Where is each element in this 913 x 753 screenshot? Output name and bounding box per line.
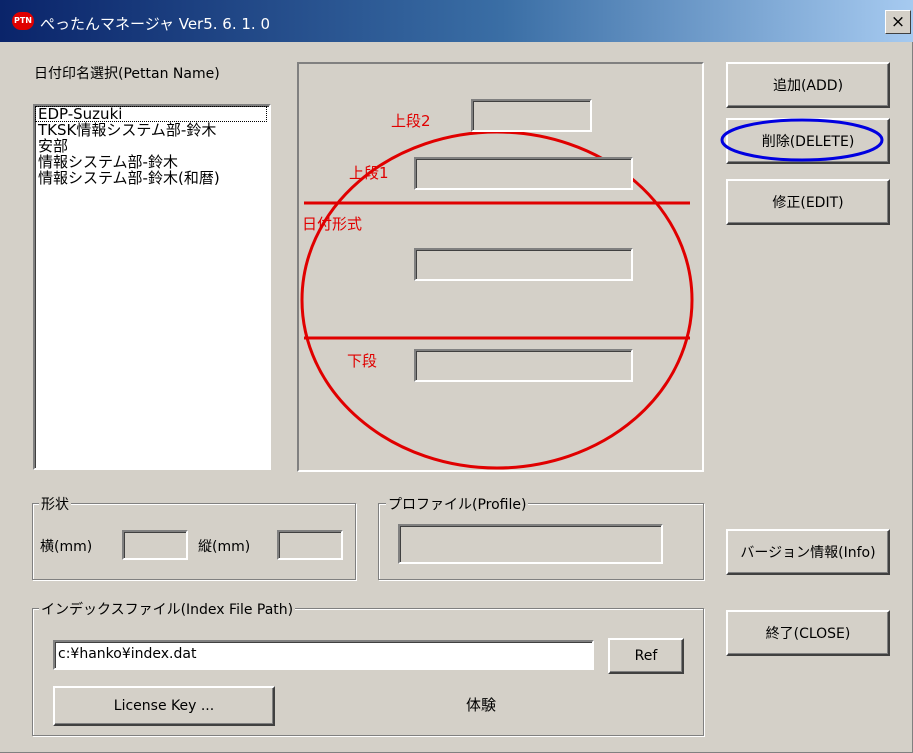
- add-button[interactable]: 追加(ADD): [726, 62, 890, 108]
- window-title: ぺったんマネージャ Ver5. 6. 1. 0: [40, 15, 270, 33]
- list-item[interactable]: 情報システム部-鈴木: [35, 154, 269, 170]
- license-key-button[interactable]: License Key ...: [53, 686, 275, 726]
- date-format-field[interactable]: [414, 248, 633, 281]
- list-item[interactable]: EDP-Suzuki: [35, 106, 267, 122]
- list-item[interactable]: TKSK情報システム部-鈴木: [35, 122, 269, 138]
- close-window-button[interactable]: ×: [885, 10, 911, 34]
- date-format-label: 日付形式: [302, 215, 363, 233]
- shape-group-title: 形状: [39, 494, 71, 514]
- app-icon: PTN: [12, 12, 34, 30]
- list-item[interactable]: 情報システム部-鈴木(和暦): [35, 170, 269, 186]
- lower-label: 下段: [347, 352, 378, 370]
- index-file-group-title: インデックスファイル(Index File Path): [39, 599, 296, 619]
- profile-group-title: プロファイル(Profile): [386, 494, 529, 514]
- main-window: PTN ぺったんマネージャ Ver5. 6. 1. 0 × 日付印名選択(Pet…: [0, 0, 913, 753]
- width-field[interactable]: [122, 530, 188, 560]
- close-button[interactable]: 終了(CLOSE): [726, 610, 890, 656]
- version-info-button[interactable]: バージョン情報(Info): [726, 529, 890, 575]
- list-item[interactable]: 安部: [35, 138, 269, 154]
- pettan-name-list[interactable]: EDP-Suzuki TKSK情報システム部-鈴木 安部 情報システム部-鈴木 …: [33, 104, 271, 470]
- pettan-name-label: 日付印名選択(Pettan Name): [34, 66, 220, 82]
- height-field[interactable]: [277, 530, 343, 560]
- upper2-field[interactable]: [471, 99, 592, 132]
- width-label: 横(mm): [40, 539, 93, 555]
- upper1-label: 上段1: [349, 164, 389, 182]
- stamp-preview-panel: 上段2 上段1 日付形式 下段: [297, 62, 704, 472]
- edit-button[interactable]: 修正(EDIT): [726, 179, 890, 225]
- profile-field[interactable]: [398, 524, 663, 564]
- index-path-input[interactable]: c:¥hanko¥index.dat: [53, 640, 594, 670]
- index-path-value: c:¥hanko¥index.dat: [58, 646, 197, 662]
- title-bar[interactable]: PTN ぺったんマネージャ Ver5. 6. 1. 0 ×: [0, 0, 913, 42]
- upper1-field[interactable]: [414, 157, 633, 190]
- ref-button[interactable]: Ref: [608, 638, 684, 674]
- upper2-label: 上段2: [391, 112, 431, 130]
- delete-highlight-annotation: [720, 118, 884, 162]
- height-label: 縦(mm): [198, 539, 251, 555]
- license-mode-label: 体験: [466, 696, 497, 714]
- lower-field[interactable]: [414, 349, 633, 382]
